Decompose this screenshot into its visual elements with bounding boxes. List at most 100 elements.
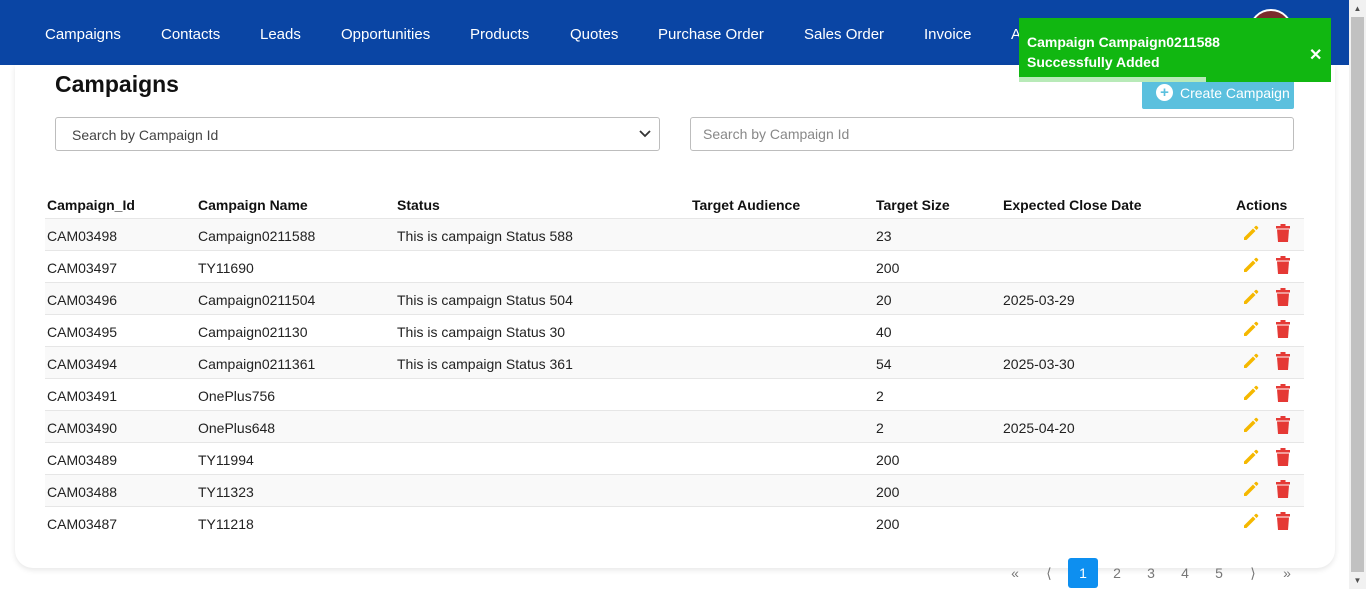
pagination-first[interactable]: « [1000, 558, 1030, 588]
scroll-down-arrow-icon[interactable]: ▼ [1349, 572, 1366, 589]
toast-message: Campaign Campaign0211588 Successfully Ad… [1027, 34, 1220, 70]
cell-campaign-id: CAM03494 [47, 356, 118, 372]
create-campaign-label: Create Campaign [1180, 85, 1290, 101]
cell-campaign-id: CAM03490 [47, 420, 118, 436]
table-row: CAM03495 Campaign021130 This is campaign S… [45, 314, 1304, 346]
scroll-thumb[interactable] [1351, 17, 1364, 572]
col-header-target-size: Target Size [876, 197, 950, 213]
pagination-page-5[interactable]: 5 [1204, 558, 1234, 588]
cell-campaign-name: Campaign0211588 [198, 228, 316, 244]
nav-invoice[interactable]: Invoice [924, 26, 972, 43]
cell-campaign-id: CAM03489 [47, 452, 118, 468]
col-header-target-audience: Target Audience [692, 197, 801, 213]
cell-campaign-name: TY11218 [198, 516, 254, 532]
cell-campaign-name: TY11994 [198, 452, 254, 468]
trash-icon[interactable] [1276, 480, 1290, 498]
cell-campaign-id: CAM03498 [47, 228, 118, 244]
nav-leads[interactable]: Leads [260, 26, 301, 43]
pencil-icon[interactable] [1242, 480, 1260, 498]
cell-campaign-id: CAM03488 [47, 484, 118, 500]
scroll-up-arrow-icon[interactable]: ▲ [1349, 0, 1366, 17]
pencil-icon[interactable] [1242, 256, 1260, 274]
table-row: CAM03488 TY11323 200 [45, 474, 1304, 506]
nav-quotes[interactable]: Quotes [570, 26, 618, 43]
pencil-icon[interactable] [1242, 352, 1260, 370]
pencil-icon[interactable] [1242, 512, 1260, 530]
search-field-select[interactable]: Search by Campaign Id [55, 117, 660, 151]
nav-sales-order[interactable]: Sales Order [804, 26, 884, 43]
pencil-icon[interactable] [1242, 416, 1260, 434]
trash-icon[interactable] [1276, 288, 1290, 306]
pencil-icon[interactable] [1242, 288, 1260, 306]
cell-campaign-name: OnePlus648 [198, 420, 276, 436]
cell-target-size: 40 [876, 324, 892, 340]
pagination-last[interactable]: » [1272, 558, 1302, 588]
col-header-expected-close-date: Expected Close Date [1003, 197, 1142, 213]
cell-expected-close-date: 2025-04-20 [1003, 420, 1075, 436]
cell-target-size: 200 [876, 452, 900, 468]
cell-expected-close-date: 2025-03-29 [1003, 292, 1075, 308]
cell-campaign-name: OnePlus756 [198, 388, 276, 404]
cell-status: This is campaign Status 504 [397, 292, 573, 308]
table-row: CAM03496 Campaign0211504 This is campaign … [45, 282, 1304, 314]
nav-campaigns[interactable]: Campaigns [45, 26, 121, 43]
pagination-prev[interactable]: ⟨ [1034, 558, 1064, 588]
cell-status: This is campaign Status 361 [397, 356, 573, 372]
page-title: Campaigns [55, 71, 179, 97]
trash-icon[interactable] [1276, 416, 1290, 434]
table-row: CAM03490 OnePlus648 2 2025-04-20 [45, 410, 1304, 442]
cell-expected-close-date: 2025-03-30 [1003, 356, 1075, 372]
cell-status: This is campaign Status 588 [397, 228, 573, 244]
pencil-icon[interactable] [1242, 448, 1260, 466]
trash-icon[interactable] [1276, 384, 1290, 402]
cell-campaign-id: CAM03495 [47, 324, 118, 340]
search-input[interactable] [690, 117, 1294, 151]
cell-campaign-id: CAM03497 [47, 260, 118, 276]
pencil-icon[interactable] [1242, 320, 1260, 338]
cell-campaign-name: Campaign0211504 [198, 292, 316, 308]
nav-products[interactable]: Products [470, 26, 529, 43]
table-row: CAM03487 TY11218 200 [45, 506, 1304, 538]
trash-icon[interactable] [1276, 224, 1290, 242]
trash-icon[interactable] [1276, 448, 1290, 466]
cell-target-size: 20 [876, 292, 892, 308]
nav-contacts[interactable]: Contacts [161, 26, 220, 43]
cell-campaign-name: Campaign021130 [198, 324, 308, 340]
table-row: CAM03491 OnePlus756 2 [45, 378, 1304, 410]
pencil-icon[interactable] [1242, 384, 1260, 402]
toast-close-icon[interactable]: ✕ [1309, 45, 1322, 65]
col-header-campaign-name: Campaign Name [198, 197, 308, 213]
cell-campaign-id: CAM03496 [47, 292, 118, 308]
pagination-page-1[interactable]: 1 [1068, 558, 1098, 588]
nav-purchase-order[interactable]: Purchase Order [658, 26, 764, 43]
pagination-next[interactable]: ⟩ [1238, 558, 1268, 588]
table-row: CAM03498 Campaign0211588 This is campaign … [45, 218, 1304, 250]
cell-target-size: 200 [876, 484, 900, 500]
pagination-page-4[interactable]: 4 [1170, 558, 1200, 588]
table-row: CAM03489 TY11994 200 [45, 442, 1304, 474]
pagination-page-2[interactable]: 2 [1102, 558, 1132, 588]
cell-target-size: 54 [876, 356, 892, 372]
trash-icon[interactable] [1276, 512, 1290, 530]
nav-opportunities[interactable]: Opportunities [341, 26, 430, 43]
cell-target-size: 2 [876, 388, 884, 404]
table-row: CAM03494 Campaign0211361 This is campaign … [45, 346, 1304, 378]
chevron-down-icon [639, 127, 651, 141]
pagination-page-3[interactable]: 3 [1136, 558, 1166, 588]
pencil-icon[interactable] [1242, 224, 1260, 242]
trash-icon[interactable] [1276, 256, 1290, 274]
cell-target-size: 200 [876, 260, 900, 276]
page-scrollbar[interactable]: ▲ ▼ [1349, 0, 1366, 589]
col-header-campaign-id: Campaign_Id [47, 197, 135, 213]
table-row: CAM03497 TY11690 200 [45, 250, 1304, 282]
cell-campaign-name: TY11690 [198, 260, 254, 276]
cell-target-size: 2 [876, 420, 884, 436]
cell-target-size: 200 [876, 516, 900, 532]
success-toast: Campaign Campaign0211588 Successfully Ad… [1019, 18, 1331, 82]
trash-icon[interactable] [1276, 320, 1290, 338]
cell-status: This is campaign Status 30 [397, 324, 566, 340]
trash-icon[interactable] [1276, 352, 1290, 370]
col-header-status: Status [397, 197, 440, 213]
cell-campaign-id: CAM03487 [47, 516, 118, 532]
search-field-select-value: Search by Campaign Id [72, 127, 219, 143]
